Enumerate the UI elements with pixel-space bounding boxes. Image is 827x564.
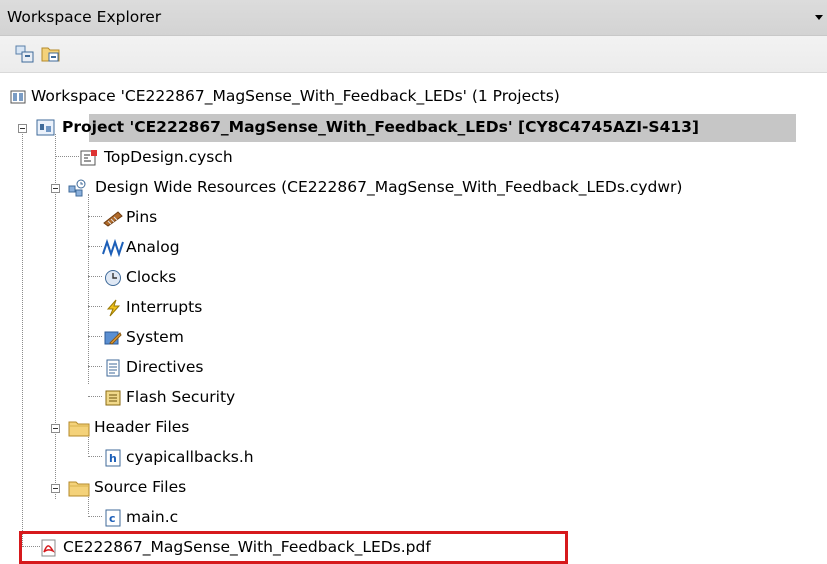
topdesign-label: TopDesign.cysch <box>104 148 233 166</box>
workspace-label: Workspace 'CE222867_MagSense_With_Feedba… <box>31 87 560 105</box>
schematic-icon <box>80 150 97 166</box>
workspace-tree: Workspace 'CE222867_MagSense_With_Feedba… <box>0 74 827 564</box>
header-files-label: Header Files <box>94 418 190 436</box>
analog-waveform-icon <box>102 239 124 257</box>
red-highlight-box <box>19 531 568 564</box>
workspace-icon <box>10 90 26 104</box>
interrupts-label: Interrupts <box>126 298 203 316</box>
svg-text:h: h <box>109 452 117 465</box>
toolbar <box>0 36 827 73</box>
directives-label: Directives <box>126 358 204 376</box>
tree-item-system[interactable]: System <box>0 325 827 351</box>
tree-item-pins[interactable]: Pins <box>0 205 827 231</box>
tree-item-interrupts[interactable]: Interrupts <box>0 295 827 321</box>
clocks-label: Clocks <box>126 268 177 286</box>
collapse-toggle[interactable] <box>18 124 27 133</box>
tree-item-flash-security[interactable]: Flash Security <box>0 385 827 411</box>
tree-item-source-file[interactable]: c main.c <box>0 505 827 531</box>
flash-security-icon <box>105 390 121 406</box>
header-file-label: cyapicallbacks.h <box>126 448 254 466</box>
project-label: Project 'CE222867_MagSense_With_Feedback… <box>62 118 700 136</box>
folder-icon <box>68 481 90 497</box>
tree-item-header-file[interactable]: h cyapicallbacks.h <box>0 445 827 471</box>
source-file-label: main.c <box>126 508 179 526</box>
resources-icon <box>68 179 86 197</box>
pins-icon <box>103 211 123 227</box>
workspace-view-icon[interactable] <box>14 43 36 65</box>
tree-item-directives[interactable]: Directives <box>0 355 827 381</box>
project-icon <box>36 119 55 136</box>
panel-titlebar: Workspace Explorer <box>0 0 827 36</box>
lightning-icon <box>106 299 121 317</box>
tree-item-clocks[interactable]: Clocks <box>0 265 827 291</box>
tree-item-source-files[interactable]: Source Files <box>0 475 827 501</box>
collapse-toggle[interactable] <box>51 184 60 193</box>
tree-item-topdesign[interactable]: TopDesign.cysch <box>0 145 827 171</box>
analog-label: Analog <box>126 238 180 256</box>
c-file-icon: c <box>105 509 121 527</box>
tree-item-analog[interactable]: Analog <box>0 235 827 261</box>
panel-menu-dropdown-icon[interactable] <box>815 15 823 20</box>
tree-item-design-wide-resources[interactable]: Design Wide Resources (CE222867_MagSense… <box>0 175 827 201</box>
system-icon <box>104 331 122 345</box>
directives-document-icon <box>106 359 120 377</box>
flash-security-label: Flash Security <box>126 388 236 406</box>
tree-item-workspace[interactable]: Workspace 'CE222867_MagSense_With_Feedba… <box>0 84 827 110</box>
clock-icon <box>105 270 121 286</box>
pins-label: Pins <box>126 208 158 226</box>
collapse-toggle[interactable] <box>51 424 60 433</box>
tree-item-header-files[interactable]: Header Files <box>0 415 827 441</box>
header-file-icon: h <box>105 449 121 467</box>
tree-item-project[interactable]: Project 'CE222867_MagSense_With_Feedback… <box>0 115 827 141</box>
folder-icon <box>68 421 90 437</box>
source-files-label: Source Files <box>94 478 187 496</box>
svg-text:c: c <box>109 512 116 525</box>
dwr-label: Design Wide Resources (CE222867_MagSense… <box>95 178 683 196</box>
system-label: System <box>126 328 184 346</box>
panel-title: Workspace Explorer <box>7 8 162 26</box>
collapse-toggle[interactable] <box>51 484 60 493</box>
folder-view-icon[interactable] <box>40 43 62 65</box>
